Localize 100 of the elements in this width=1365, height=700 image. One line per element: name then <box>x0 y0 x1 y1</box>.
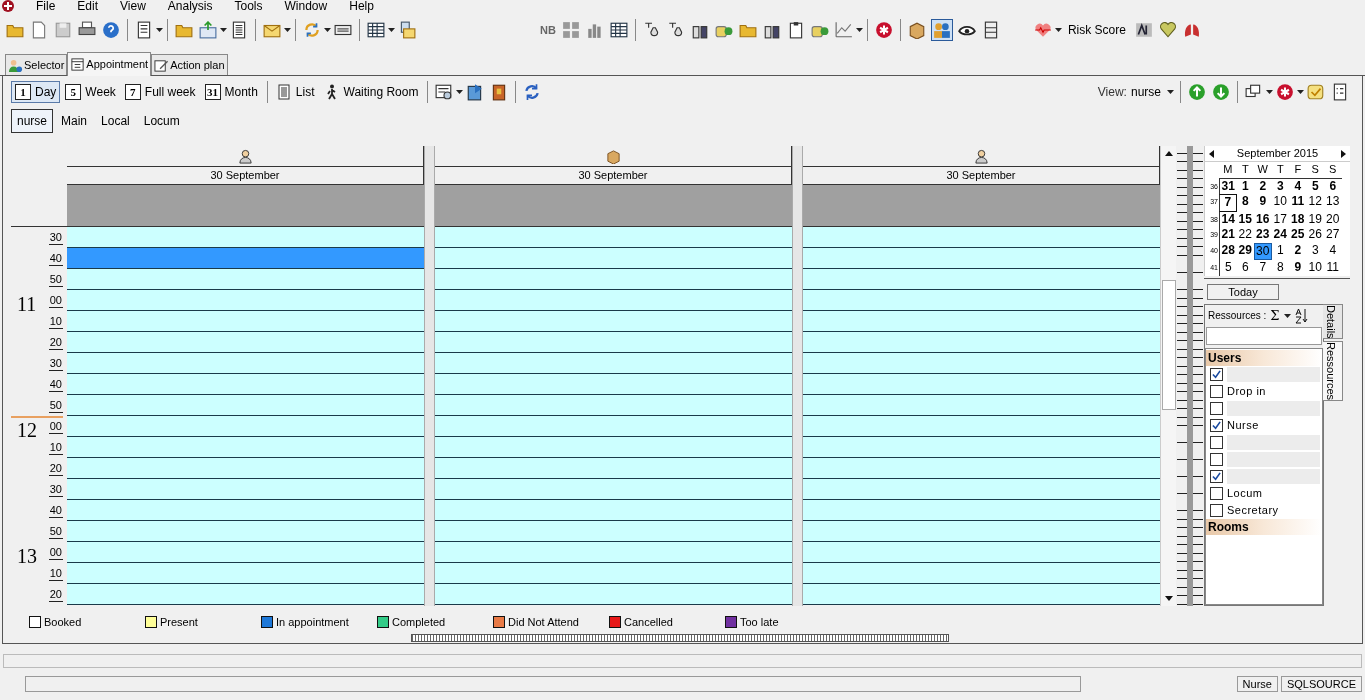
time-slot[interactable] <box>67 584 424 605</box>
view-button[interactable]: 1 Day <box>11 81 61 103</box>
heart-icon[interactable] <box>1158 21 1177 39</box>
view-tab[interactable]: Local <box>95 109 136 133</box>
side-tab[interactable]: Ressources <box>1323 341 1343 402</box>
calendar-day[interactable]: 10 <box>1306 260 1324 276</box>
view-button[interactable]: List <box>271 81 319 103</box>
time-slot[interactable] <box>803 374 1160 395</box>
time-slot[interactable] <box>435 458 792 479</box>
calendar-day[interactable]: 7 <box>1219 194 1237 212</box>
calendar-day[interactable]: 2 <box>1289 242 1307 260</box>
side-tab[interactable]: Details <box>1323 303 1343 340</box>
table-icon[interactable] <box>367 21 385 39</box>
checkbox[interactable] <box>1210 503 1223 517</box>
time-slot[interactable] <box>67 458 424 479</box>
sum-button[interactable]: Σ <box>1270 309 1280 322</box>
calendar-day[interactable]: 14 <box>1219 211 1237 227</box>
checkbox[interactable] <box>1210 384 1223 398</box>
calendar-day[interactable]: 19 <box>1306 211 1324 227</box>
time-slot[interactable] <box>435 353 792 374</box>
calendar-day[interactable]: 2 <box>1254 178 1272 194</box>
calendar-day[interactable]: 23 <box>1254 227 1272 243</box>
bar-chart-icon[interactable] <box>585 21 604 39</box>
calendar-day[interactable]: 3 <box>1306 242 1324 260</box>
time-slot[interactable] <box>435 227 792 248</box>
view-tab[interactable]: nurse <box>11 109 54 133</box>
time-slot[interactable] <box>435 563 792 584</box>
calendar-day[interactable]: 10 <box>1271 194 1289 212</box>
menu-item[interactable]: Tools <box>234 0 263 12</box>
scroll-thumb[interactable] <box>1161 280 1176 410</box>
time-slot[interactable] <box>435 374 792 395</box>
time-slot[interactable] <box>435 290 792 311</box>
calendar-day[interactable]: 6 <box>1324 178 1342 194</box>
time-slot[interactable] <box>67 290 424 311</box>
calendar-day[interactable]: 11 <box>1289 194 1307 212</box>
time-slot[interactable] <box>803 227 1160 248</box>
caret-icon[interactable] <box>1054 28 1062 32</box>
table-icon[interactable] <box>609 21 628 39</box>
calendar-day[interactable]: 8 <box>1236 194 1254 212</box>
calendar-day[interactable]: 31 <box>1219 178 1237 194</box>
time-slot[interactable] <box>67 521 424 542</box>
tab[interactable]: Action plan <box>151 54 228 75</box>
calendar-day[interactable]: 26 <box>1306 227 1324 243</box>
caret-icon[interactable] <box>1283 313 1291 318</box>
calendar-day[interactable]: 18 <box>1289 211 1307 227</box>
sort-icon[interactable] <box>1294 307 1309 324</box>
time-slot[interactable] <box>67 437 424 458</box>
menu-item[interactable]: View <box>120 0 146 12</box>
calendar-day[interactable]: 1 <box>1236 178 1254 194</box>
time-slot[interactable] <box>803 521 1160 542</box>
view-tab[interactable]: Main <box>55 109 94 133</box>
and-logo-icon[interactable] <box>1134 21 1153 39</box>
calendar-day[interactable]: 13 <box>1324 194 1342 212</box>
calendar-day[interactable]: 1 <box>1271 242 1289 260</box>
checkbox[interactable] <box>1210 469 1223 483</box>
time-slot[interactable] <box>803 269 1160 290</box>
calendar-day[interactable]: 25 <box>1289 227 1307 243</box>
page-icon[interactable] <box>30 21 48 39</box>
sync-icon[interactable] <box>523 83 542 101</box>
time-slot[interactable] <box>803 584 1160 605</box>
checkbox[interactable] <box>1210 452 1223 466</box>
calendar-day[interactable]: 11 <box>1324 260 1342 276</box>
calendar-day[interactable]: 22 <box>1236 227 1254 243</box>
next-month-icon[interactable] <box>1341 149 1346 158</box>
list-icon[interactable] <box>230 21 248 39</box>
calendar-day[interactable]: 27 <box>1324 227 1342 243</box>
time-slot[interactable] <box>67 479 424 500</box>
time-slot[interactable] <box>803 248 1160 269</box>
time-slot[interactable] <box>67 563 424 584</box>
document-icon[interactable] <box>135 21 153 39</box>
view-button[interactable]: 5 Week <box>61 81 120 103</box>
time-slot[interactable] <box>803 563 1160 584</box>
calendar-day[interactable]: 16 <box>1254 211 1272 227</box>
time-slot[interactable] <box>67 416 424 437</box>
caret-icon[interactable] <box>220 28 227 32</box>
time-slot[interactable] <box>435 437 792 458</box>
calendar-day[interactable]: 5 <box>1219 260 1237 276</box>
caret-icon[interactable] <box>1297 90 1304 94</box>
caret-icon[interactable] <box>324 28 331 32</box>
scroll-down-icon[interactable] <box>1164 596 1173 601</box>
view-button[interactable]: 31 Month <box>200 81 262 103</box>
menu-item[interactable]: Analysis <box>167 0 213 12</box>
time-slot[interactable] <box>803 500 1160 521</box>
time-slot[interactable] <box>67 374 424 395</box>
checklist-icon[interactable] <box>1331 83 1349 101</box>
resource-label[interactable]: Nurse <box>1227 416 1259 434</box>
nb-label[interactable]: NB <box>540 21 556 39</box>
time-slot[interactable] <box>435 269 792 290</box>
resource-label[interactable]: Drop in <box>1227 382 1266 400</box>
pencil-icon[interactable] <box>154 57 170 73</box>
time-slot[interactable] <box>435 584 792 605</box>
asterisk-icon[interactable] <box>1276 83 1294 101</box>
resource-label[interactable]: Secretary <box>1227 501 1279 519</box>
time-slot[interactable] <box>803 416 1160 437</box>
calendar-day[interactable]: 17 <box>1271 211 1289 227</box>
preview-icon[interactable] <box>435 83 454 101</box>
time-slot[interactable] <box>803 311 1160 332</box>
calendar-day[interactable]: 30 <box>1254 242 1272 260</box>
menu-item[interactable]: Window <box>284 0 328 12</box>
calendar-day[interactable]: 21 <box>1219 227 1237 243</box>
